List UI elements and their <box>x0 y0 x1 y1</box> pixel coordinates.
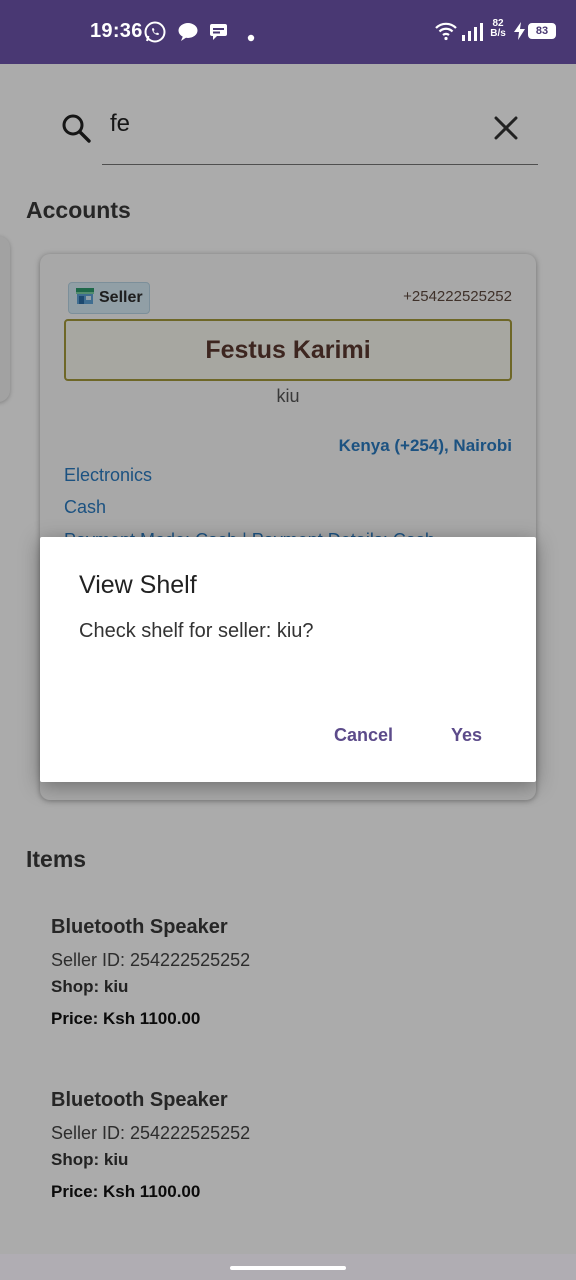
net-speed: 82 B/s <box>490 18 506 39</box>
whatsapp-icon <box>143 20 167 49</box>
dialog-title: View Shelf <box>79 571 197 599</box>
wifi-icon <box>434 21 458 46</box>
charging-icon <box>513 22 527 45</box>
view-shelf-dialog: View Shelf Check shelf for seller: kiu? … <box>40 537 536 782</box>
dialog-message: Check shelf for seller: kiu? <box>79 620 314 642</box>
status-bar: 19:36 82 B/s 83 <box>0 0 576 64</box>
cancel-button[interactable]: Cancel <box>334 725 393 746</box>
dot-icon <box>247 29 255 47</box>
chat-bubble-icon <box>177 21 199 48</box>
battery-indicator: 83 <box>528 23 556 39</box>
navigation-bar <box>0 1254 576 1280</box>
home-gesture-bar[interactable] <box>230 1266 346 1270</box>
signal-icon <box>461 22 485 47</box>
status-time: 19:36 <box>90 20 143 42</box>
message-icon <box>209 23 229 46</box>
yes-button[interactable]: Yes <box>451 725 482 746</box>
